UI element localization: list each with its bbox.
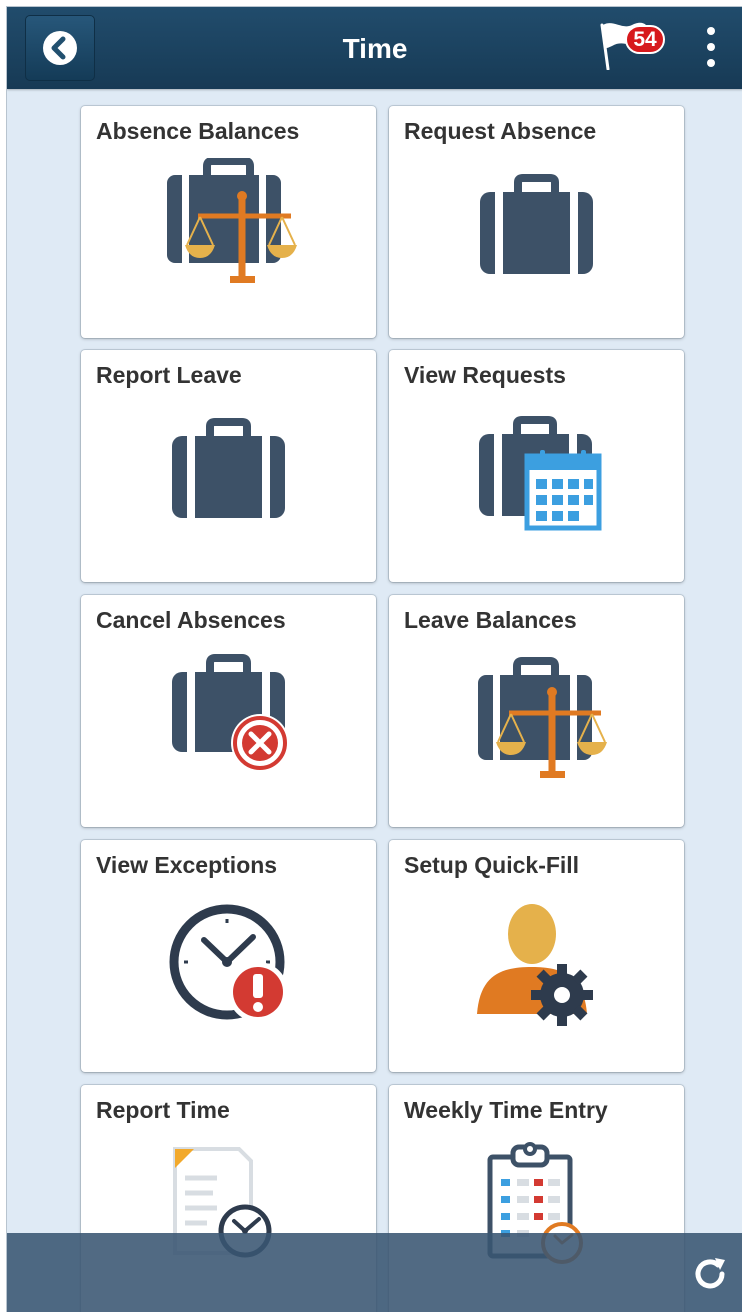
more-options-button[interactable] (697, 21, 725, 73)
tile-label: View Requests (404, 362, 566, 388)
user-gear-icon (477, 904, 593, 1026)
tile-label: Request Absence (404, 118, 597, 144)
refresh-icon (695, 1258, 725, 1289)
tile-request-absence[interactable]: Request Absence (389, 106, 684, 338)
tile-label: Report Time (96, 1097, 230, 1123)
tile-label: Cancel Absences (96, 607, 286, 633)
top-header: Time 54 (7, 7, 742, 89)
refresh-button[interactable] (689, 1253, 731, 1295)
app-window: Time 54 Absence Balances Request Absence… (6, 6, 742, 1312)
tile-absence-balances[interactable]: Absence Balances (81, 106, 376, 338)
tile-label: Weekly Time Entry (404, 1097, 608, 1123)
tile-view-exceptions[interactable]: View Exceptions (81, 840, 376, 1072)
tile-label: View Exceptions (96, 852, 278, 878)
clock-alert-icon (169, 904, 288, 1022)
tile-label: Leave Balances (404, 607, 577, 633)
tile-leave-balances[interactable]: Leave Balances (389, 595, 684, 827)
briefcase-scales-icon (478, 657, 607, 778)
tile-report-leave[interactable]: Report Leave (81, 350, 376, 582)
tile-label: Setup Quick-Fill (404, 852, 580, 878)
tile-view-requests[interactable]: View Requests (389, 350, 684, 582)
tile-cancel-absences[interactable]: Cancel Absences (81, 595, 376, 827)
bottom-toolbar (7, 1233, 742, 1312)
briefcase-scales-icon (167, 158, 297, 283)
briefcase-cancel-icon (172, 654, 289, 772)
tile-setup-quick-fill[interactable]: Setup Quick-Fill (389, 840, 684, 1072)
notification-count-badge[interactable]: 54 (625, 25, 665, 54)
briefcase-calendar-icon (479, 416, 602, 531)
briefcase-icon (480, 174, 593, 274)
tile-label: Report Leave (96, 362, 242, 388)
tile-label: Absence Balances (96, 118, 300, 144)
briefcase-icon (172, 418, 285, 518)
more-options-icon (707, 27, 715, 35)
